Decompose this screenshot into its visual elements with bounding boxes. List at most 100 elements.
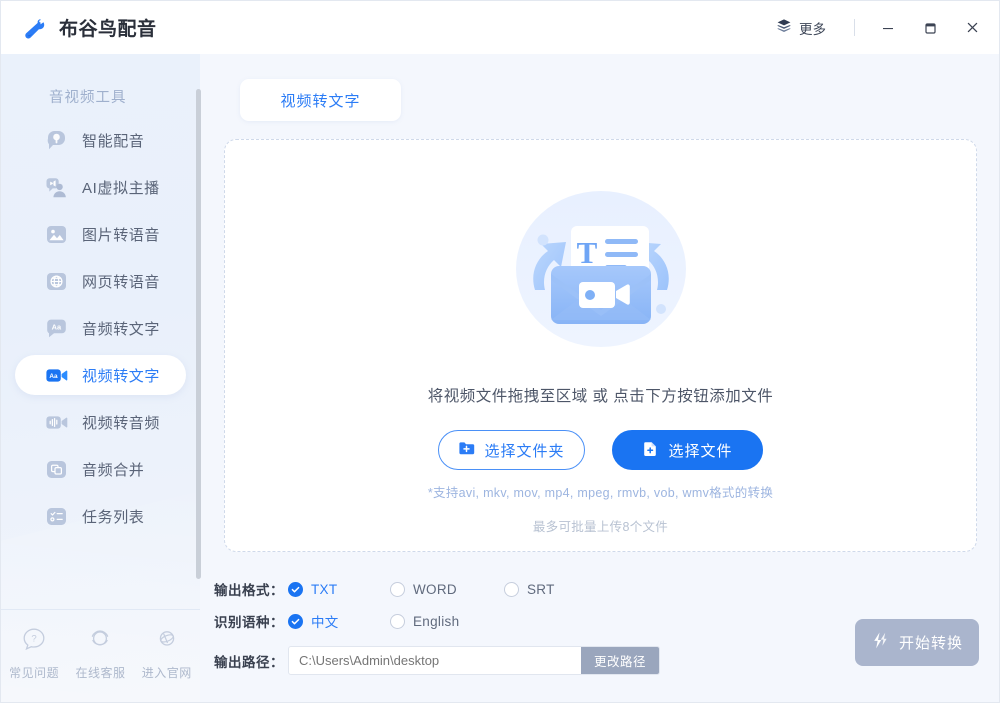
sidebar-item-label: 图片转语音 [82,226,161,244]
app-window: 布谷鸟配音 更多 音视频工具 智能配音 AI虚拟主播 图片转语音 网页转语音 A… [0,0,1000,703]
sidebar-item-image-to-speech[interactable]: 图片转语音 [15,214,186,254]
speaker-person-icon [44,175,69,200]
footer-item-website[interactable]: 进入官网 [136,626,198,681]
sidebar-item-audio-to-text[interactable]: Aa 音频转文字 [15,308,186,348]
window-controls: 更多 [764,1,999,54]
check-icon [504,581,519,597]
title-bar: 布谷鸟配音 更多 [1,1,999,54]
wave-video-icon [44,410,69,435]
svg-text:Aa: Aa [49,372,58,379]
sidebar-footer: ? 常见问题 在线客服 进入官网 [1,609,200,702]
question-bubble-icon: ? [21,626,47,657]
language-row: 识别语种： 中文 English [214,611,465,631]
choose-folder-label: 选择文件夹 [484,442,565,460]
language-option-label: English [413,613,460,629]
footer-item-faq[interactable]: ? 常见问题 [3,626,65,681]
brand-area: 布谷鸟配音 [1,1,200,54]
output-path-field[interactable]: 更改路径 [288,646,660,675]
cuckoo-bird-logo [19,12,49,43]
tab-bar: 视频转文字 [240,79,401,121]
footer-item-label: 在线客服 [75,666,126,680]
sidebar-nav-list: 智能配音 AI虚拟主播 图片转语音 网页转语音 Aa 音频转文字 Aa 视频转文… [1,120,200,536]
output-path-label: 输出路径： [214,654,284,670]
lightning-icon [871,631,890,654]
start-conversion-button[interactable]: 开始转换 [855,619,979,666]
close-button[interactable] [951,10,993,46]
mic-bubble-icon [44,128,69,153]
more-label: 更多 [799,21,826,37]
task-list-icon [44,504,69,529]
svg-text:?: ? [31,634,36,645]
dropzone-hint: 将视频文件拖拽至区域 或 点击下方按钮添加文件 [427,388,774,405]
change-path-button[interactable]: 更改路径 [580,647,659,674]
sidebar-item-label: 智能配音 [82,132,145,150]
check-icon [288,581,303,597]
choose-folder-button[interactable]: 选择文件夹 [438,430,585,470]
sidebar-item-smart-dubbing[interactable]: 智能配音 [15,120,186,160]
close-icon [967,22,977,33]
format-option-word[interactable]: WORD [390,581,498,597]
output-format-label: 输出格式： [214,583,284,598]
sidebar-item-label: 任务列表 [82,508,145,526]
output-format-row: 输出格式： TXT WORD SRT [214,579,561,599]
footer-item-label: 常见问题 [9,666,60,680]
svg-text:Aa: Aa [52,322,62,331]
svg-text:T: T [576,235,597,270]
language-option-chinese[interactable]: 中文 [288,611,384,631]
language-option-english[interactable]: English [390,613,460,629]
sidebar: 音视频工具 智能配音 AI虚拟主播 图片转语音 网页转语音 Aa 音频转文字 A… [1,54,200,702]
video-to-text-illustration: T [501,170,701,370]
supported-formats-note: *支持avi, mkv, mov, mp4, mpeg, rmvb, vob, … [427,486,774,500]
minimize-button[interactable] [867,10,909,46]
format-option-txt[interactable]: TXT [288,581,384,597]
upload-limit-note: 最多可批量上传8个文件 [532,520,669,534]
aa-bubble-icon: Aa [44,316,69,341]
sidebar-item-label: 视频转文字 [82,367,161,385]
minimize-icon [883,27,893,29]
language-label: 识别语种： [214,615,284,630]
sidebar-item-video-to-audio[interactable]: 视频转音频 [15,402,186,442]
footer-item-label: 进入官网 [141,666,192,680]
output-path-row: 输出路径： 更改路径 [214,646,660,675]
dropzone-buttons: 选择文件夹 选择文件 [225,430,976,470]
sidebar-item-audio-merge[interactable]: 音频合并 [15,449,186,489]
format-option-label: TXT [311,581,338,597]
file-dropzone[interactable]: T 将视频文件拖拽至区域 或 点击下方按钮添加文件 选择文件夹 选择文件 *支持… [224,139,977,552]
image-icon [44,222,69,247]
sidebar-item-label: 音频转文字 [82,320,161,338]
output-path-input[interactable] [289,647,581,674]
tab-video-to-text[interactable]: 视频转文字 [240,79,401,121]
footer-item-support[interactable]: 在线客服 [69,626,131,681]
headset-icon [87,626,113,657]
sidebar-scrollbar[interactable] [196,89,201,579]
sidebar-group-title: 音视频工具 [49,90,127,106]
aa-video-icon: Aa [44,363,69,388]
main-content: 视频转文字 T 将视频文件拖拽至区域 或 点击下方按钮添加文件 选择文件夹 选择… [200,54,999,702]
maximize-button[interactable] [909,10,951,46]
sidebar-item-video-to-text[interactable]: Aa 视频转文字 [15,355,186,395]
check-icon [288,613,303,629]
sidebar-item-label: 视频转音频 [82,414,161,432]
choose-file-button[interactable]: 选择文件 [612,430,763,470]
globe-planet-icon [154,626,180,657]
folder-plus-icon [458,440,475,461]
more-button[interactable]: 更多 [764,12,838,44]
tab-label: 视频转文字 [280,92,361,110]
format-option-srt[interactable]: SRT [504,581,555,597]
sidebar-item-label: 音频合并 [82,461,145,479]
sidebar-item-task-list[interactable]: 任务列表 [15,496,186,536]
sidebar-item-web-to-speech[interactable]: 网页转语音 [15,261,186,301]
merge-icon [44,457,69,482]
sidebar-item-label: 网页转语音 [82,273,161,291]
start-conversion-label: 开始转换 [898,635,963,652]
format-option-label: WORD [413,581,457,597]
format-option-label: SRT [527,581,555,597]
app-title: 布谷鸟配音 [59,19,157,40]
sidebar-item-ai-anchor[interactable]: AI虚拟主播 [15,167,186,207]
choose-file-label: 选择文件 [668,442,733,460]
maximize-icon [925,22,936,34]
window-controls-divider [854,19,855,36]
layers-icon [776,18,792,37]
file-plus-icon [642,440,659,461]
check-icon [390,613,405,629]
